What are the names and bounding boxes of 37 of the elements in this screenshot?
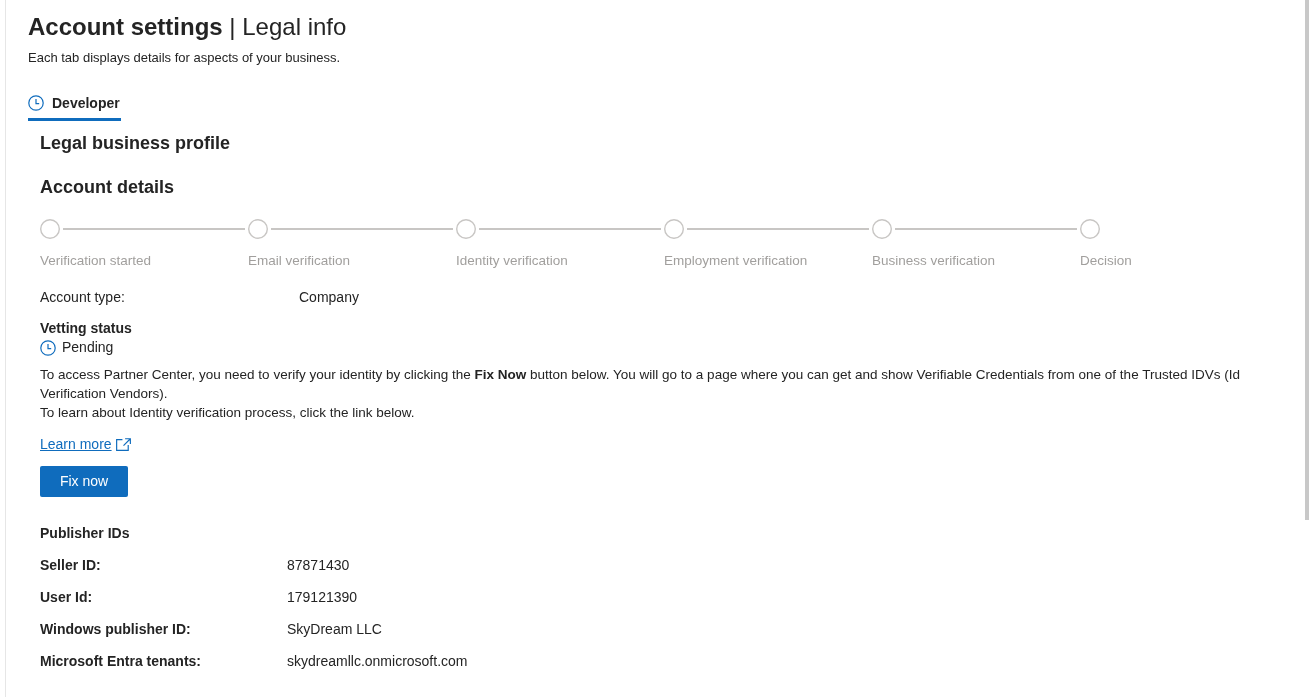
field-value: SkyDream LLC	[287, 620, 382, 639]
clock-icon	[28, 95, 44, 111]
publisher-heading: Publisher IDs	[40, 524, 130, 543]
vetting-heading: Vetting status	[40, 319, 132, 338]
step-label: Decision	[1080, 252, 1132, 270]
field-label: Account type:	[40, 288, 126, 307]
field-value: skydreamllc.onmicrosoft.com	[287, 652, 468, 671]
status-text: Pending	[62, 338, 114, 357]
step-circle-icon	[40, 219, 60, 239]
field-label: Microsoft Entra tenants:	[40, 652, 202, 671]
step-label: Email verification	[248, 252, 351, 270]
info-paragraph: To learn about Identity verification process, click the link below.	[40, 404, 416, 422]
learn-more-link[interactable]: Learn more	[40, 434, 131, 454]
tab[interactable]: Developer	[28, 88, 121, 121]
field-value: Company	[299, 288, 359, 307]
step-circle-icon	[664, 219, 684, 239]
clock-icon	[40, 339, 56, 356]
step-circle-icon	[872, 219, 892, 239]
step-circle-icon	[456, 219, 476, 239]
info-paragraph: To access Partner Center, you need to verify your identity by clicking the Fix Now button below. You will go to a page where you can get and show Verifiable Credentials from one of the Trusted IDVs (Id Verification Vendors).	[40, 366, 1241, 403]
field-label: Windows publisher ID:	[40, 620, 192, 639]
step-label: Identity verification	[456, 252, 568, 270]
step-circle-icon	[248, 219, 268, 239]
field-value: 87871430	[287, 556, 350, 575]
external-link-icon	[115, 437, 131, 451]
step-label: Business verification	[872, 252, 996, 270]
step-circle-icon	[1080, 219, 1100, 239]
section-heading: Account details	[40, 176, 175, 199]
field-value: 179121390	[287, 588, 358, 607]
step-label: Employment verification	[664, 252, 808, 270]
field-label: User Id:	[40, 588, 94, 607]
step-label: Verification started	[40, 252, 152, 270]
field-label: Seller ID:	[40, 556, 102, 575]
fix-now-button[interactable]: Fix now	[40, 466, 128, 497]
page-title: Account settings | Legal info	[28, 12, 347, 42]
page-subtitle: Each tab displays details for aspects of your business.	[28, 49, 341, 67]
section-heading: Legal business profile	[40, 132, 231, 155]
